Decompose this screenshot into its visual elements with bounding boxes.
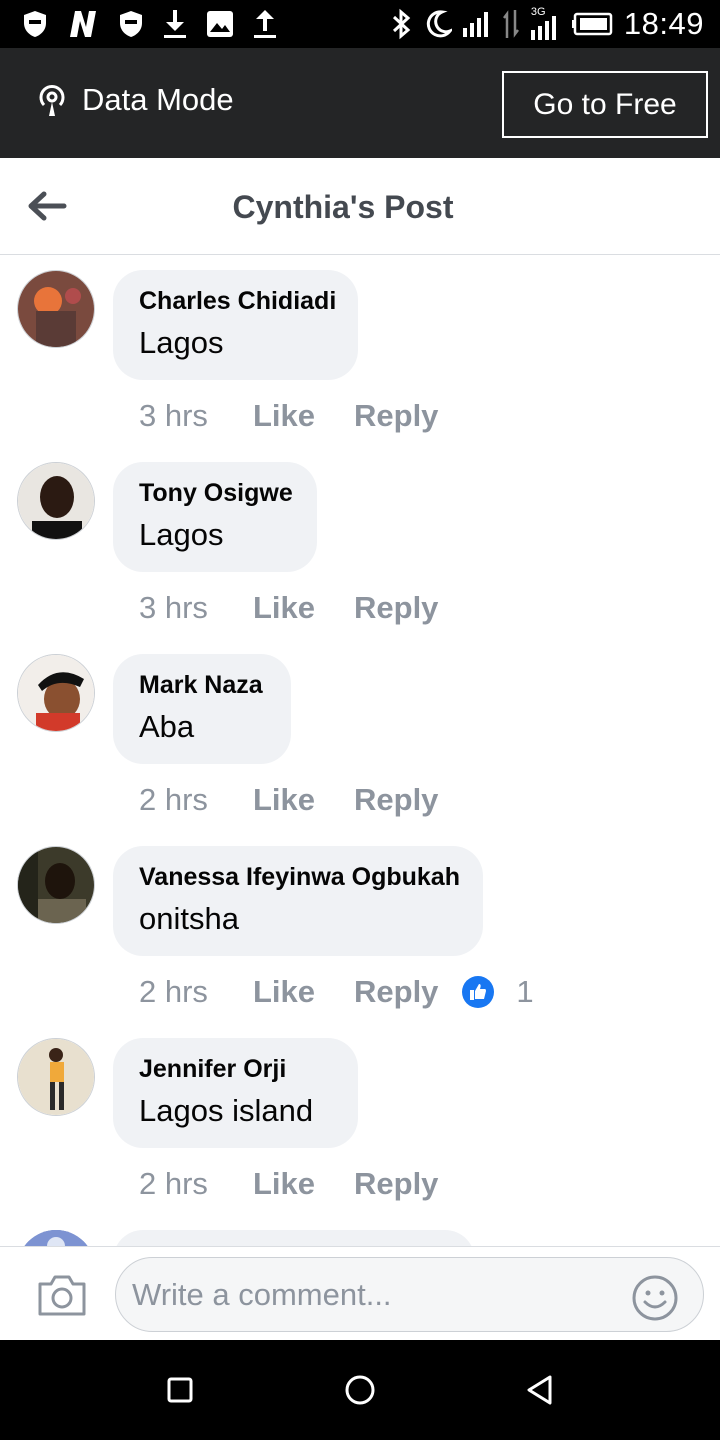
bluetooth-icon (392, 8, 411, 40)
signal-3g-indicator: 3G (530, 6, 562, 40)
n-app-icon (70, 11, 96, 37)
like-button[interactable]: Like (253, 974, 354, 1010)
comment-item: Mark Naza Aba 2 hrs Like Reply (0, 639, 720, 831)
comment-text: Lagos (139, 325, 224, 360)
comment-bubble[interactable]: Mark Naza Aba (113, 654, 291, 764)
comment-item: Vanessa Ifeyinwa Ogbukah onitsha 2 hrs L… (0, 831, 720, 1023)
home-circle-icon[interactable] (340, 1370, 380, 1410)
data-mode-bar: Data Mode Go to Free (0, 48, 720, 158)
signal-icon (462, 12, 488, 37)
comment-bubble[interactable] (113, 1230, 475, 1246)
avatar[interactable] (17, 846, 95, 924)
avatar[interactable] (17, 1038, 95, 1116)
battery-icon (571, 12, 613, 36)
status-bar-notifications (22, 8, 278, 40)
like-button[interactable]: Like (253, 590, 354, 626)
comment-item: Charles Chidiadi Lagos 3 hrs Like Reply (0, 255, 720, 447)
comment-item: Jennifer Orji Lagos island 2 hrs Like Re… (0, 1023, 720, 1215)
camera-icon[interactable] (36, 1272, 88, 1318)
comment-bubble[interactable]: Tony Osigwe Lagos (113, 462, 317, 572)
comment-input[interactable] (115, 1257, 704, 1332)
like-button[interactable]: Like (253, 398, 354, 434)
comment-author[interactable]: Vanessa Ifeyinwa Ogbukah (139, 863, 460, 892)
comment-timestamp[interactable]: 2 hrs (139, 782, 253, 818)
download-icon (164, 10, 186, 38)
reaction-count: 1 (516, 974, 534, 1009)
comment-timestamp[interactable]: 3 hrs (139, 590, 253, 626)
comment-text: Lagos island (139, 1093, 314, 1128)
comment-text: onitsha (139, 901, 239, 936)
comment-timestamp[interactable]: 3 hrs (139, 398, 253, 434)
moon-icon (426, 10, 452, 38)
comment-author[interactable]: Mark Naza (139, 671, 265, 700)
like-reaction-icon (462, 976, 495, 1008)
like-button[interactable]: Like (253, 782, 354, 818)
broadcast-icon (39, 85, 65, 116)
image-icon (207, 11, 233, 37)
comment-list[interactable]: Charles Chidiadi Lagos 3 hrs Like Reply … (0, 255, 720, 1246)
comment-actions: 2 hrs Like Reply 1 (139, 974, 534, 1010)
comment-bubble[interactable]: Vanessa Ifeyinwa Ogbukah onitsha (113, 846, 483, 956)
data-mode-label: Data Mode (82, 82, 234, 117)
shield-icon (24, 11, 46, 37)
reply-button[interactable]: Reply (354, 782, 438, 818)
page-title: Cynthia's Post (232, 189, 454, 225)
comment-actions: 2 hrs Like Reply (139, 1166, 438, 1202)
shield-icon (120, 11, 142, 37)
system-nav-bar (0, 1340, 720, 1440)
comment-composer (0, 1246, 720, 1340)
upload-icon (254, 10, 276, 38)
comment-author[interactable]: Jennifer Orji (139, 1055, 332, 1084)
comment-item: Tony Osigwe Lagos 3 hrs Like Reply (0, 447, 720, 639)
page-header: Cynthia's Post (0, 158, 720, 255)
status-bar: 3G 18:49 (0, 0, 720, 48)
clock: 18:49 (623, 6, 704, 41)
avatar[interactable] (17, 1230, 95, 1246)
avatar[interactable] (17, 462, 95, 540)
go-to-free-button[interactable]: Go to Free (502, 71, 708, 138)
like-button[interactable]: Like (253, 1166, 354, 1202)
comment-bubble[interactable]: Jennifer Orji Lagos island (113, 1038, 358, 1148)
reply-button[interactable]: Reply (354, 1166, 438, 1202)
emoji-icon[interactable] (631, 1274, 679, 1322)
comment-actions: 3 hrs Like Reply (139, 398, 438, 434)
avatar[interactable] (17, 270, 95, 348)
recents-square-icon[interactable] (160, 1370, 200, 1410)
status-bar-system: 3G 18:49 (390, 6, 704, 42)
reply-button[interactable]: Reply (354, 974, 438, 1010)
reply-button[interactable]: Reply (354, 590, 438, 626)
comment-actions: 2 hrs Like Reply (139, 782, 438, 818)
avatar[interactable] (17, 654, 95, 732)
data-mode-indicator[interactable]: Data Mode (34, 82, 234, 118)
back-triangle-icon[interactable] (520, 1370, 560, 1410)
comment-bubble[interactable]: Charles Chidiadi Lagos (113, 270, 358, 380)
comment-actions: 3 hrs Like Reply (139, 590, 438, 626)
comment-text: Aba (139, 709, 195, 744)
data-arrows-icon (502, 10, 519, 38)
comment-author[interactable]: Charles Chidiadi (139, 287, 336, 316)
comment-timestamp[interactable]: 2 hrs (139, 974, 253, 1010)
reaction-summary[interactable]: 1 (462, 974, 534, 1010)
comment-text: Lagos (139, 517, 224, 552)
comment-timestamp[interactable]: 2 hrs (139, 1166, 253, 1202)
reply-button[interactable]: Reply (354, 398, 438, 434)
signal-3g-icon (530, 16, 556, 40)
comment-author[interactable]: Tony Osigwe (139, 479, 293, 508)
